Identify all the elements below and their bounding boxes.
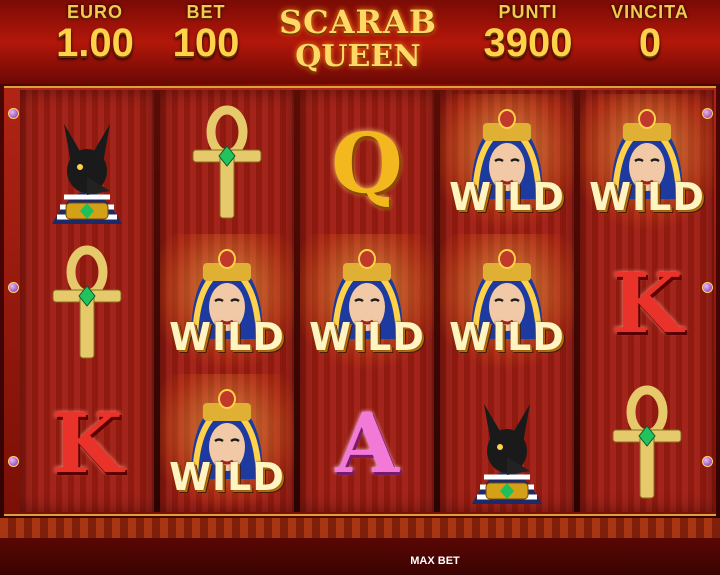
vincita-value: 0 — [638, 21, 662, 65]
euro-display: EURO 1.00 — [40, 2, 150, 63]
punti-label: PUNTI — [498, 2, 558, 22]
wild-label: WILD — [169, 315, 285, 359]
symbol-ankh — [20, 234, 154, 374]
floor-pattern — [0, 518, 720, 538]
logo-line-2: QUEEN — [295, 39, 421, 74]
euro-value: 1.00 — [56, 21, 134, 65]
punti-display: PUNTI 3900 — [464, 2, 592, 63]
vincita-label: VINCITA — [611, 2, 689, 22]
symbol-anubis — [440, 374, 574, 514]
symbol-wild: WILD — [440, 234, 574, 374]
symbol-wild: WILD — [300, 234, 434, 374]
letter-k: K — [51, 396, 123, 492]
ankh-icon — [52, 245, 122, 359]
payline-marker — [8, 456, 19, 467]
symbol-k: K — [580, 234, 714, 374]
bet-display[interactable]: BET 100 — [158, 2, 254, 63]
wild-label: WILD — [169, 455, 285, 499]
game-logo: SCARAB QUEEN — [266, 4, 450, 80]
symbol-anubis — [20, 94, 154, 234]
ankh-icon — [192, 105, 262, 219]
payline-marker — [8, 108, 19, 119]
anubis-icon — [472, 404, 542, 504]
letter-q: Q — [331, 116, 403, 212]
symbol-wild: WILD — [160, 374, 294, 514]
bet-label: BET — [186, 2, 226, 22]
max-bet-button[interactable]: MAX BET — [395, 555, 475, 567]
wild-label: WILD — [449, 315, 565, 359]
letter-k: K — [611, 256, 683, 352]
vincita-display: VINCITA 0 — [592, 2, 708, 63]
ankh-icon — [612, 385, 682, 499]
letter-a: A — [335, 396, 399, 492]
symbol-k: K — [20, 374, 154, 514]
punti-value: 3900 — [483, 21, 573, 65]
wild-label: WILD — [449, 175, 565, 219]
bet-value: 100 — [172, 21, 240, 65]
symbol-q: Q — [300, 94, 434, 234]
symbol-wild: WILD — [580, 94, 714, 234]
symbol-wild: WILD — [160, 234, 294, 374]
symbol-ankh — [580, 374, 714, 514]
anubis-icon — [52, 124, 122, 224]
logo-line-1: SCARAB — [279, 3, 437, 41]
symbol-ankh — [160, 94, 294, 234]
symbol-a: A — [300, 374, 434, 514]
wild-label: WILD — [589, 175, 705, 219]
wild-label: WILD — [309, 315, 425, 359]
euro-label: EURO — [66, 2, 123, 22]
symbol-wild: WILD — [440, 94, 574, 234]
payline-marker — [8, 282, 19, 293]
